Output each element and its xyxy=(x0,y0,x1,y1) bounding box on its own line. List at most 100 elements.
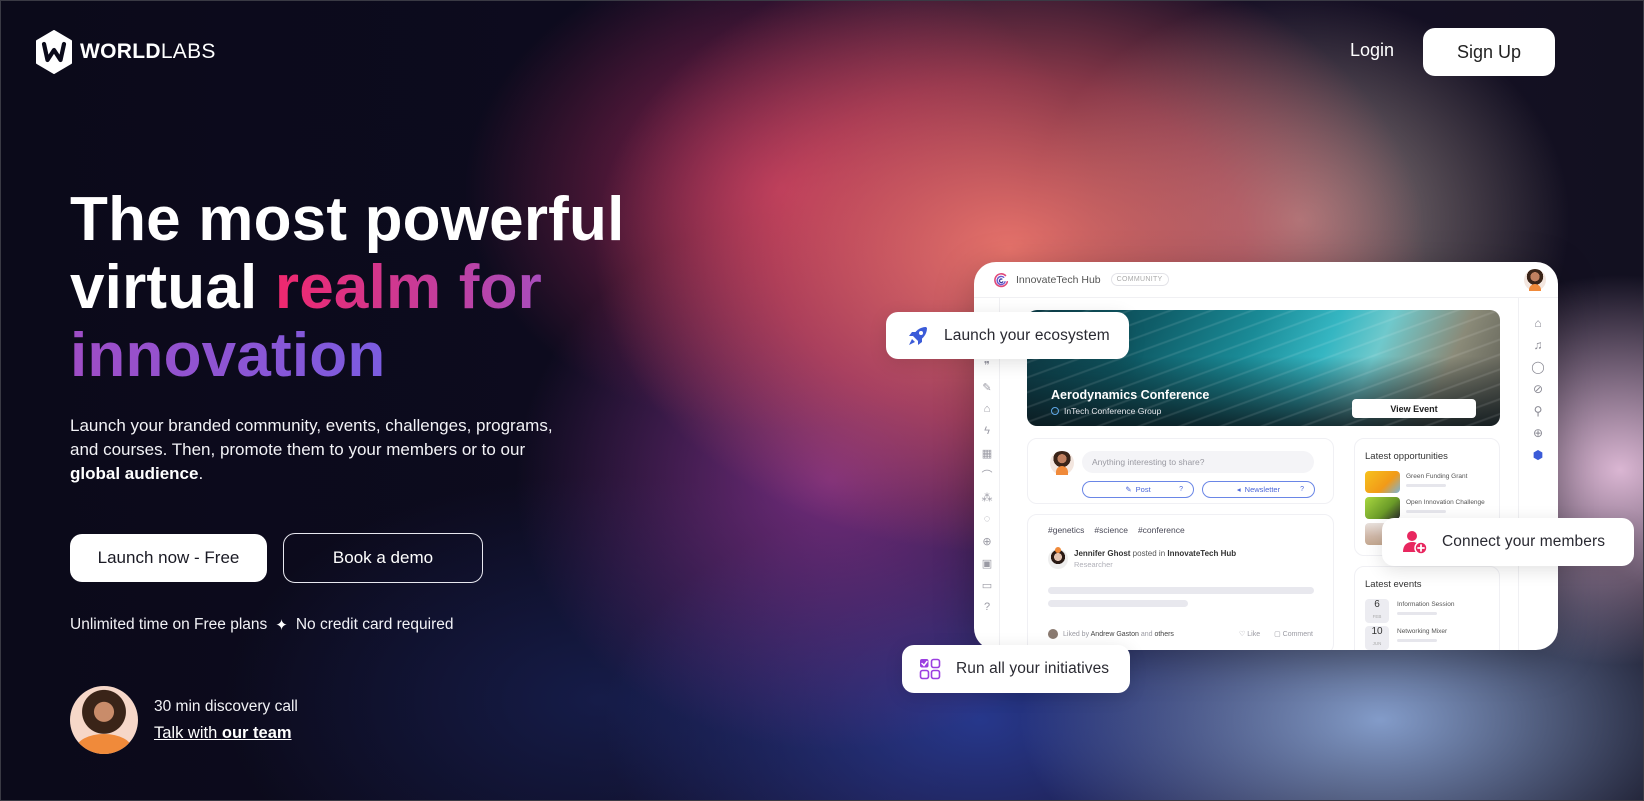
brand-name-bold: WORLD xyxy=(80,40,161,63)
opportunity-item[interactable]: Open Innovation Challenge xyxy=(1365,497,1485,519)
newsletter-label: Newsletter xyxy=(1244,485,1281,494)
event-meta-placeholder xyxy=(1397,612,1437,615)
hero-subtitle: Launch your branded community, events, c… xyxy=(70,414,560,486)
liked-by-prefix: Liked by xyxy=(1063,630,1091,638)
store-icon[interactable]: ⌂ xyxy=(974,398,1000,420)
login-link[interactable]: Login xyxy=(1350,40,1394,61)
liked-by-text: Liked by Andrew Gaston and others xyxy=(1063,631,1174,638)
tag[interactable]: #genetics xyxy=(1048,525,1084,535)
folder-icon[interactable]: ▭ xyxy=(974,574,1000,596)
mockup-user-avatar[interactable] xyxy=(1524,269,1546,291)
community-name: InnovateTech Hub xyxy=(1016,273,1101,286)
image-icon[interactable]: ▣ xyxy=(974,552,1000,574)
group-icon xyxy=(1051,407,1059,415)
subtitle-text: Launch your branded community, events, c… xyxy=(70,416,553,459)
connect-members-callout: Connect your members xyxy=(1382,518,1634,566)
opportunity-item[interactable]: Green Funding Grant xyxy=(1365,471,1467,493)
hero-headline: The most powerful virtual realm for inno… xyxy=(70,186,625,390)
liked-by-mid: and xyxy=(1138,630,1155,638)
heart-icon: ♡ xyxy=(1239,631,1248,638)
like-button[interactable]: ♡ Like xyxy=(1239,630,1260,638)
composer-avatar xyxy=(1050,451,1074,475)
view-event-button[interactable]: View Event xyxy=(1352,399,1476,418)
launch-ecosystem-callout: Launch your ecosystem xyxy=(886,312,1129,359)
opportunity-thumbnail xyxy=(1365,497,1400,519)
worldlabs-logo[interactable]: WORLDLABS xyxy=(34,30,216,74)
search-icon[interactable]: ⚲ xyxy=(1518,400,1558,422)
event-name: Information Session xyxy=(1397,601,1455,608)
posted-in-text: posted in xyxy=(1130,549,1168,558)
post-composer: ✎Post? ◂Newsletter? xyxy=(1027,438,1334,504)
share-input[interactable] xyxy=(1082,451,1314,473)
brand-name-light: LABS xyxy=(160,40,216,63)
content-placeholder xyxy=(1048,587,1314,594)
event-month: JUN xyxy=(1372,641,1382,646)
group-icon[interactable]: ⁂ xyxy=(974,486,1000,508)
calendar-icon[interactable]: ▦ xyxy=(974,442,1000,464)
perks-line: Unlimited time on Free plans ✦ No credit… xyxy=(70,616,454,634)
home-icon[interactable]: ⌂ xyxy=(1518,312,1558,334)
perk-no-card: No credit card required xyxy=(295,616,454,633)
edit-icon[interactable]: ✎ xyxy=(974,376,1000,398)
community-badge: COMMUNITY xyxy=(1110,273,1169,286)
lightning-icon[interactable]: ϟ xyxy=(974,420,1000,442)
event-day: 6 xyxy=(1374,599,1380,610)
sign-up-button[interactable]: Sign Up xyxy=(1423,28,1555,76)
author-name[interactable]: Jennifer Ghost xyxy=(1074,549,1130,558)
mockup-right-nav: ⌂ ♫ ◯ ⊘ ⚲ ⊕ ⬢ xyxy=(1518,312,1558,466)
initiatives-grid-icon xyxy=(919,658,941,680)
help-icon: ? xyxy=(1179,486,1183,493)
launch-ecosystem-label: Launch your ecosystem xyxy=(944,326,1110,344)
worldlabs-logo-icon xyxy=(34,30,74,74)
opportunity-name: Open Innovation Challenge xyxy=(1406,499,1485,506)
perk-free-plans: Unlimited time on Free plans xyxy=(70,616,268,633)
headline-accent-2: innovation xyxy=(70,321,386,390)
opportunity-meta-placeholder xyxy=(1406,484,1446,487)
opportunity-name: Green Funding Grant xyxy=(1406,473,1468,480)
event-name: Networking Mixer xyxy=(1397,628,1448,635)
plus-icon[interactable]: ⊕ xyxy=(1518,422,1558,444)
add-member-icon xyxy=(1403,531,1428,555)
subtitle-end: . xyxy=(198,464,204,483)
opportunity-meta-placeholder xyxy=(1406,510,1446,513)
post-label: Post xyxy=(1135,485,1151,494)
help-icon[interactable]: ? xyxy=(974,596,1000,618)
megaphone-icon: ◂ xyxy=(1236,485,1241,494)
liker-name: Andrew Gaston xyxy=(1090,630,1139,638)
graduation-icon[interactable]: ⌒ xyxy=(974,464,1000,486)
post-tags: #genetics #science #conference xyxy=(1048,525,1185,535)
book-demo-button[interactable]: Book a demo xyxy=(283,533,483,583)
chat-icon[interactable]: ◯ xyxy=(1518,356,1558,378)
event-item[interactable]: 10 JUN Networking Mixer xyxy=(1365,626,1447,650)
team-member-avatar xyxy=(70,686,138,754)
post-button[interactable]: ✎ Post? xyxy=(1082,481,1194,498)
event-month: FEB xyxy=(1372,614,1382,619)
event-date: 6 FEB xyxy=(1365,599,1389,623)
event-title: Aerodynamics Conference xyxy=(1051,388,1210,402)
content-placeholder xyxy=(1048,600,1188,607)
comment-button[interactable]: ▢ Comment xyxy=(1274,630,1313,638)
event-group: InTech Conference Group xyxy=(1051,406,1161,416)
author-role: Researcher xyxy=(1074,560,1113,569)
tag[interactable]: #conference xyxy=(1138,525,1185,535)
focus-icon[interactable]: ◌ xyxy=(974,508,1000,530)
bell-icon[interactable]: ♫ xyxy=(1518,334,1558,356)
event-item[interactable]: 6 FEB Information Session xyxy=(1365,599,1454,623)
comment-icon: ▢ xyxy=(1274,631,1283,638)
mockup-topbar: InnovateTech Hub COMMUNITY xyxy=(974,262,1558,298)
discovery-call: 30 min discovery call Talk with our team xyxy=(70,686,298,754)
headline-line-2: virtual xyxy=(70,253,275,322)
newsletter-button[interactable]: ◂ Newsletter? xyxy=(1202,481,1315,498)
search-user-icon[interactable]: ⊕ xyxy=(974,530,1000,552)
tag[interactable]: #science xyxy=(1094,525,1128,535)
compass-icon[interactable]: ⊘ xyxy=(1518,378,1558,400)
worldlabs-icon[interactable]: ⬢ xyxy=(1518,444,1558,466)
run-initiatives-label: Run all your initiatives xyxy=(956,660,1110,677)
events-title: Latest events xyxy=(1365,579,1422,590)
post-community[interactable]: InnovateTech Hub xyxy=(1167,549,1236,558)
headline-line-1: The most powerful xyxy=(70,185,625,254)
launch-now-button[interactable]: Launch now - Free xyxy=(70,534,267,582)
pencil-icon: ✎ xyxy=(1125,485,1132,494)
post-author: Jennifer Ghost posted in InnovateTech Hu… xyxy=(1048,547,1236,569)
talk-with-team-link[interactable]: Talk with our team xyxy=(154,724,292,743)
